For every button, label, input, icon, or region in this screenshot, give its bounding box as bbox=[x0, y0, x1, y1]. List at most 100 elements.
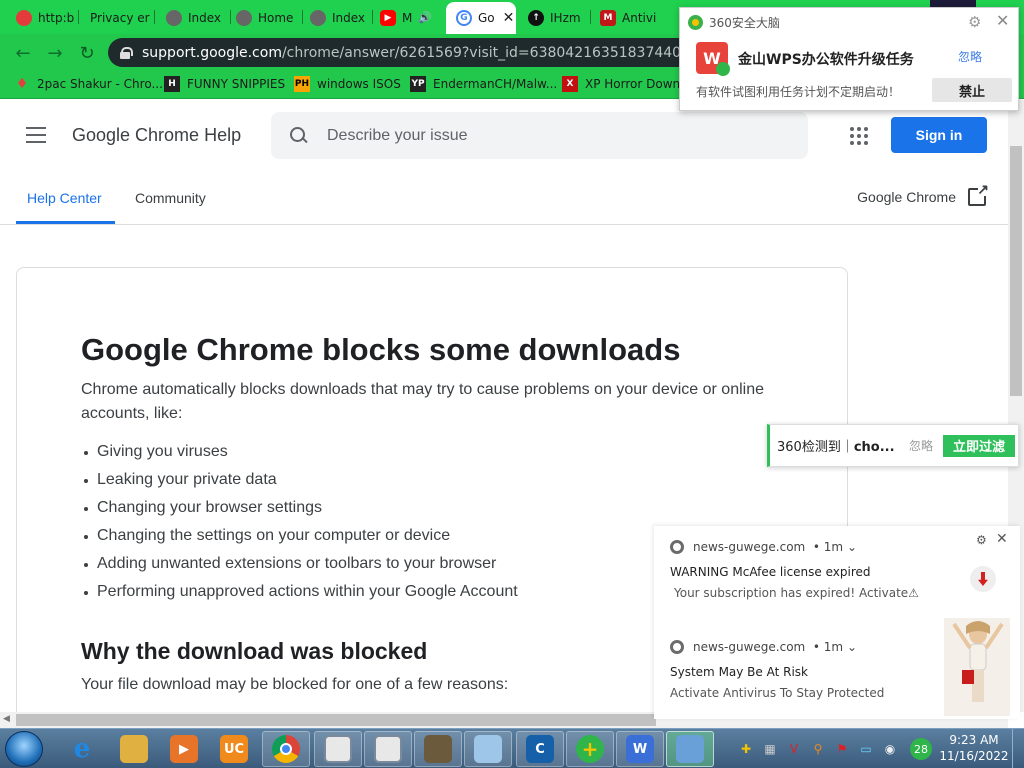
window-taskbar-item[interactable] bbox=[364, 731, 412, 767]
tab-community[interactable]: Community bbox=[135, 190, 206, 206]
chevron-down-icon[interactable]: ⌄ bbox=[847, 640, 857, 654]
bookmark-item[interactable]: ♦ 2pac Shakur - Chro... bbox=[14, 76, 163, 92]
security-popup: 360安全大脑 ⚙ ✕ W 金山WPS办公软件升级任务 忽略 有软件试图利用任务… bbox=[679, 7, 1019, 111]
filter-alert: 360检测到｜cho... 忽略 立即过滤 bbox=[767, 424, 1019, 467]
search-tray-icon[interactable]: ⚲ bbox=[810, 741, 826, 757]
bookmark-item[interactable]: H FUNNY SNIPPIES bbox=[164, 76, 285, 92]
window-icon bbox=[324, 735, 352, 763]
taskbar: e ▶ UC C + W ✚ ▦ V ⚲ ⚑ ▭ ◉ 28 9:23 AM 11… bbox=[0, 728, 1024, 768]
window-taskbar-item[interactable] bbox=[314, 731, 362, 767]
chrome-taskbar-item[interactable] bbox=[262, 731, 310, 767]
menu-icon[interactable] bbox=[26, 127, 46, 143]
pinwheel-icon bbox=[16, 9, 32, 26]
start-button[interactable] bbox=[5, 731, 43, 767]
browser-tab[interactable]: http:b bbox=[6, 3, 76, 32]
explorer-taskbar-item[interactable] bbox=[110, 731, 158, 767]
reload-icon[interactable]: ↻ bbox=[76, 42, 98, 64]
site-title[interactable]: Google Chrome Help bbox=[72, 125, 241, 146]
address-bar[interactable]: support.google.com/chrome/answer/6261569… bbox=[108, 38, 708, 67]
tab-help-center[interactable]: Help Center bbox=[27, 190, 102, 206]
wps-app-icon: W bbox=[696, 42, 730, 76]
scroll-thumb[interactable] bbox=[1010, 146, 1022, 396]
article-title: Google Chrome blocks some downloads bbox=[81, 332, 681, 367]
browser-tab[interactable]: Home bbox=[226, 3, 300, 32]
monitor-tray-icon[interactable]: ▭ bbox=[858, 741, 874, 757]
scroll-left-icon[interactable]: ◀ bbox=[3, 714, 10, 724]
ignore-link[interactable]: 忽略 bbox=[958, 48, 982, 65]
360-logo-icon bbox=[688, 15, 703, 30]
browser-tab[interactable]: ▶ M 🔊 bbox=[370, 3, 442, 32]
wps-writer-icon: W bbox=[626, 735, 654, 763]
360-tray-icon[interactable]: ✚ bbox=[738, 741, 754, 757]
360-icon: + bbox=[576, 735, 604, 763]
chrome-icon bbox=[272, 735, 300, 763]
chevron-down-icon[interactable]: ⌄ bbox=[847, 540, 857, 554]
volume-tray-icon[interactable]: ◉ bbox=[882, 741, 898, 757]
close-tab-icon[interactable]: ✕ bbox=[503, 10, 515, 26]
external-link-icon bbox=[968, 181, 989, 206]
cloud-upload-icon: ↑ bbox=[528, 9, 544, 26]
sign-in-button[interactable]: Sign in bbox=[891, 117, 987, 153]
antivirus-tray-icon[interactable]: V bbox=[786, 741, 802, 757]
section-text: Your file download may be blocked for on… bbox=[81, 676, 509, 693]
360-badge[interactable]: 28 bbox=[910, 738, 932, 760]
search-icon bbox=[289, 126, 309, 146]
audio-playing-icon: 🔊 bbox=[418, 11, 433, 24]
browser-tab[interactable]: Index bbox=[156, 3, 228, 32]
globe-icon bbox=[310, 9, 326, 26]
folder-icon bbox=[120, 735, 148, 763]
forward-arrow-icon[interactable]: → bbox=[44, 42, 66, 64]
bookmark-icon: ♦ bbox=[15, 76, 29, 92]
bookmark-item[interactable]: X XP Horror Downlo bbox=[562, 76, 691, 92]
browser-tab[interactable]: M Antivi bbox=[590, 3, 662, 32]
show-desktop-button[interactable] bbox=[1012, 729, 1024, 768]
remote-desktop-taskbar-item[interactable] bbox=[666, 731, 714, 767]
scroll-thumb[interactable] bbox=[16, 714, 656, 726]
apps-grid-icon[interactable] bbox=[850, 127, 868, 145]
browser-tab-active[interactable]: G Go ✕ bbox=[446, 2, 516, 34]
ignore-link[interactable]: 忽略 bbox=[909, 437, 933, 454]
back-arrow-icon[interactable]: ← bbox=[12, 42, 34, 64]
flag-tray-icon[interactable]: ⚑ bbox=[834, 741, 850, 757]
app-tray-icon[interactable]: ▦ bbox=[762, 741, 778, 757]
search-box[interactable] bbox=[271, 112, 808, 159]
window-icon bbox=[374, 735, 402, 763]
bookmark-item[interactable]: PH windows ISOS bbox=[294, 76, 401, 92]
search-input[interactable] bbox=[327, 126, 767, 145]
popup-brand: 360安全大脑 bbox=[688, 14, 780, 31]
notification-title: WARNING McAfee license expired bbox=[670, 565, 871, 579]
uc-browser-taskbar-item[interactable]: UC bbox=[210, 731, 258, 767]
chrome-icon bbox=[670, 640, 684, 654]
notification-source: news-guwege.com • 1m ⌄ bbox=[670, 540, 1000, 554]
app-taskbar-item[interactable]: C bbox=[516, 731, 564, 767]
browser-tab[interactable]: Privacy er bbox=[80, 3, 152, 32]
bookmark-item[interactable]: YP EndermanCH/Malw... bbox=[410, 76, 557, 92]
app-taskbar-item[interactable] bbox=[414, 731, 462, 767]
360-taskbar-item[interactable]: + bbox=[566, 731, 614, 767]
ie-taskbar-item[interactable]: e bbox=[58, 731, 106, 767]
remote-desktop-icon bbox=[676, 735, 704, 763]
filter-message: 360检测到｜cho... bbox=[777, 440, 895, 455]
media-player-taskbar-item[interactable]: ▶ bbox=[160, 731, 208, 767]
reasons-list: Giving you viruses Leaking your private … bbox=[81, 440, 518, 608]
close-icon[interactable]: ✕ bbox=[996, 11, 1009, 30]
block-button[interactable]: 禁止 bbox=[932, 78, 1012, 102]
product-link[interactable]: Google Chrome bbox=[857, 181, 989, 206]
clock[interactable]: 9:23 AM 11/16/2022 bbox=[938, 732, 1010, 764]
list-item: Giving you viruses bbox=[81, 440, 518, 468]
notification[interactable]: news-guwege.com • 1m ⌄ WARNING McAfee li… bbox=[670, 540, 1000, 600]
download-arrow-icon bbox=[970, 566, 996, 592]
filter-now-button[interactable]: 立即过滤 bbox=[943, 434, 1016, 457]
globe-icon bbox=[166, 9, 182, 26]
app-taskbar-item[interactable] bbox=[464, 731, 512, 767]
lock-icon bbox=[120, 46, 133, 59]
settings-gear-icon[interactable]: ⚙ bbox=[968, 13, 981, 31]
browser-tab[interactable]: ↑ IHzm bbox=[518, 3, 588, 32]
hex-app-icon: C bbox=[526, 735, 554, 763]
list-item: Leaking your private data bbox=[81, 468, 518, 496]
wps-taskbar-item[interactable]: W bbox=[616, 731, 664, 767]
mcafee-shield-icon: M bbox=[600, 9, 616, 26]
browser-tab[interactable]: Index bbox=[300, 3, 370, 32]
popup-title: 金山WPS办公软件升级任务 bbox=[738, 52, 914, 68]
list-item: Changing the settings on your computer o… bbox=[81, 524, 518, 552]
